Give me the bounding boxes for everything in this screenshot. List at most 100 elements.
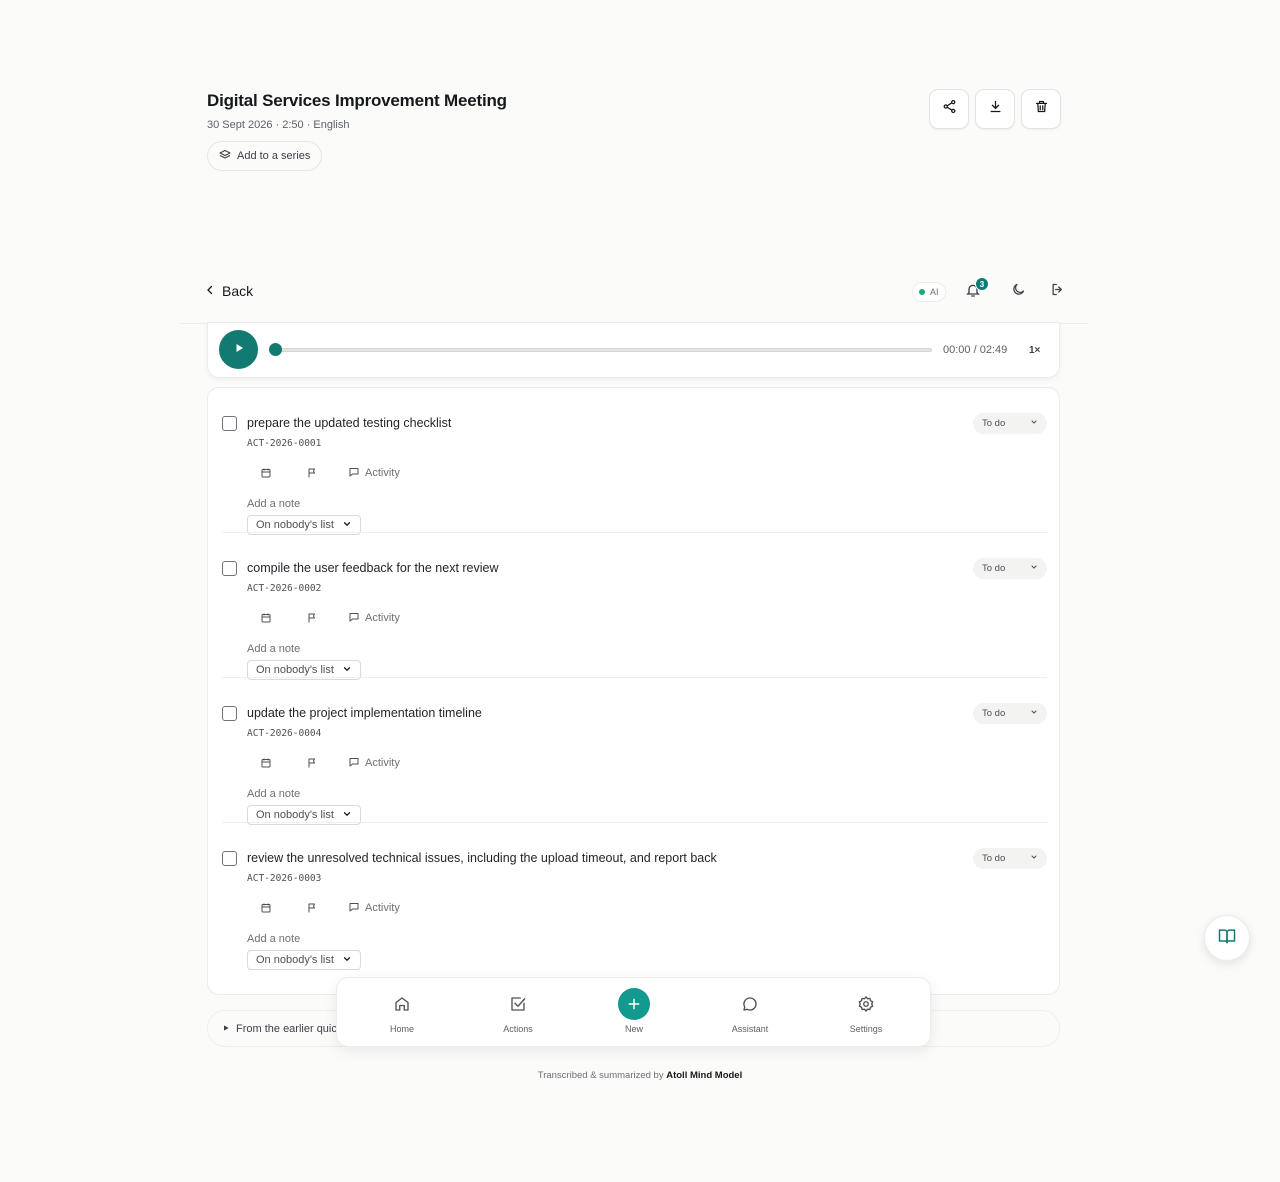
nav-home-label: Home [389,1024,414,1034]
action-id: ACT-2026-0004 [247,728,322,739]
status-dropdown[interactable]: To do [973,558,1047,579]
layers-icon [219,149,231,164]
comment-icon [348,901,360,916]
action-id: ACT-2026-0001 [247,438,322,449]
status-dropdown[interactable]: To do [973,413,1047,434]
action-item: update the project implementation timeli… [208,678,1061,825]
action-checkbox[interactable] [222,561,237,576]
nav-home[interactable]: Home [357,978,447,1048]
back-button[interactable]: Back [204,283,253,299]
nav-actions[interactable]: Actions [473,978,563,1048]
activity-label: Activity [365,902,400,914]
flag-icon[interactable] [304,465,320,481]
nav-new[interactable]: New [589,978,679,1048]
owner-select-value: On nobody's list [256,664,334,676]
share-icon [942,99,957,119]
nav-actions-label: Actions [503,1024,533,1034]
action-id: ACT-2026-0002 [247,583,322,594]
meeting-meta: 30 Sept 2026 · 2:50 · English [207,119,350,131]
add-to-series-button[interactable]: Add to a series [207,141,323,171]
action-item: compile the user feedback for the next r… [208,533,1061,680]
play-icon [233,341,245,359]
comment-icon [348,466,360,481]
ai-status-dot [919,289,925,295]
activity-button[interactable]: Activity [348,466,400,481]
trash-icon [1034,99,1049,119]
comment-icon [348,611,360,626]
chevron-down-icon [1030,563,1038,574]
home-icon [393,994,411,1014]
logout-icon [1050,282,1065,302]
status-dropdown[interactable]: To do [973,848,1047,869]
action-checkbox[interactable] [222,851,237,866]
flag-icon[interactable] [304,900,320,916]
chevron-down-icon [1030,708,1038,719]
status-dropdown[interactable]: To do [973,703,1047,724]
playback-scrubber-handle[interactable] [269,343,282,356]
ai-status-badge[interactable]: AI [912,282,946,302]
share-button[interactable] [929,89,969,129]
play-button[interactable] [219,330,258,369]
playback-time: 00:00 / 02:49 [943,344,1008,356]
action-items-card: prepare the updated testing checklist AC… [207,387,1060,995]
flag-icon[interactable] [304,610,320,626]
chevron-down-icon [342,664,352,677]
action-item: review the unresolved technical issues, … [208,823,1061,970]
open-book-button[interactable] [1204,915,1250,961]
calendar-icon[interactable] [258,900,274,916]
delete-button[interactable] [1021,89,1061,129]
dark-mode-toggle[interactable] [1007,281,1029,303]
add-note-field[interactable]: Add a note [247,643,300,655]
status-label: To do [982,708,1006,719]
checkbox-icon [509,994,527,1014]
back-label: Back [222,283,254,299]
status-label: To do [982,418,1006,429]
action-title[interactable]: review the unresolved technical issues, … [247,851,717,865]
action-title[interactable]: update the project implementation timeli… [247,706,482,720]
triangle-right-icon [222,1023,230,1035]
plus-icon [618,988,650,1020]
action-title[interactable]: compile the user feedback for the next r… [247,561,499,575]
calendar-icon[interactable] [258,755,274,771]
chevron-down-icon [342,519,352,532]
action-checkbox[interactable] [222,706,237,721]
footer-model-name: Atoll Mind Model [666,1070,743,1081]
nav-settings[interactable]: Settings [821,978,911,1048]
moon-icon [1011,282,1026,302]
notification-count-badge: 3 [975,277,989,291]
chevron-down-icon [1030,418,1038,429]
footer-credit: Transcribed & summarized by Atoll Mind M… [0,1070,1280,1081]
earlier-section-label: From the earlier quic [236,1022,337,1035]
nav-new-label: New [624,1024,643,1034]
action-id: ACT-2026-0003 [247,873,322,884]
chevron-down-icon [342,809,352,822]
add-note-field[interactable]: Add a note [247,498,300,510]
activity-button[interactable]: Activity [348,611,400,626]
owner-select-value: On nobody's list [256,954,334,966]
footer-prefix: Transcribed & summarized by [537,1070,664,1081]
owner-select[interactable]: On nobody's list [247,950,361,970]
activity-button[interactable]: Activity [348,756,400,771]
add-note-field[interactable]: Add a note [247,788,300,800]
top-navbar [180,262,1088,324]
add-note-field[interactable]: Add a note [247,933,300,945]
activity-button[interactable]: Activity [348,901,400,916]
calendar-icon[interactable] [258,465,274,481]
flag-icon[interactable] [304,755,320,771]
activity-label: Activity [365,757,400,769]
book-open-icon [1217,926,1237,951]
add-to-series-label: Add to a series [237,150,311,162]
download-button[interactable] [975,89,1015,129]
action-title[interactable]: prepare the updated testing checklist [247,416,451,430]
nav-settings-label: Settings [849,1024,883,1034]
chat-bubble-icon [741,994,759,1014]
gear-icon [857,994,875,1014]
playback-progress-track[interactable] [270,348,932,352]
action-checkbox[interactable] [222,416,237,431]
activity-label: Activity [365,467,400,479]
nav-assistant[interactable]: Assistant [705,978,795,1048]
calendar-icon[interactable] [258,610,274,626]
logout-button[interactable] [1046,281,1068,303]
playback-speed-button[interactable]: 1× [1029,345,1040,356]
chevron-left-icon [204,283,216,299]
